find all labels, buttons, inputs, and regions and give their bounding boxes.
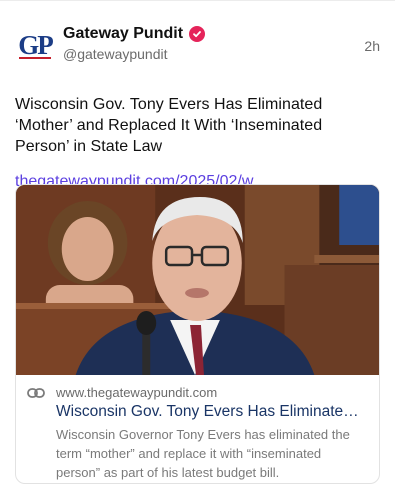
handle[interactable]: @gatewaypundit <box>63 46 205 62</box>
avatar-logo-g: G <box>18 29 39 60</box>
card-image[interactable] <box>16 185 379 375</box>
post-text: Wisconsin Gov. Tony Evers Has Eliminated… <box>15 96 323 155</box>
avatar-underline <box>19 57 51 59</box>
card-domain: www.thegatewaypundit.com <box>56 385 218 400</box>
display-name[interactable]: Gateway Pundit <box>63 25 183 43</box>
card-body[interactable]: www.thegatewaypundit.com Wisconsin Gov. … <box>16 375 379 482</box>
avatar[interactable]: GP <box>15 25 55 65</box>
post-time[interactable]: 2h <box>364 38 380 54</box>
link-preview-card[interactable]: www.thegatewaypundit.com Wisconsin Gov. … <box>15 184 380 484</box>
link-icon <box>27 388 45 398</box>
author-info[interactable]: Gateway Pundit @gatewaypundit <box>63 25 206 62</box>
post-header: GP Gateway Pundit @gatewaypundit 2h <box>15 19 380 73</box>
card-description: Wisconsin Governor Tony Evers has elimin… <box>56 427 350 480</box>
card-title[interactable]: Wisconsin Gov. Tony Evers Has Eliminated… <box>56 403 367 421</box>
verified-check-icon <box>189 26 206 42</box>
post: GP Gateway Pundit @gatewaypundit 2h Wisc… <box>0 0 395 500</box>
avatar-logo-p: P <box>37 29 53 60</box>
